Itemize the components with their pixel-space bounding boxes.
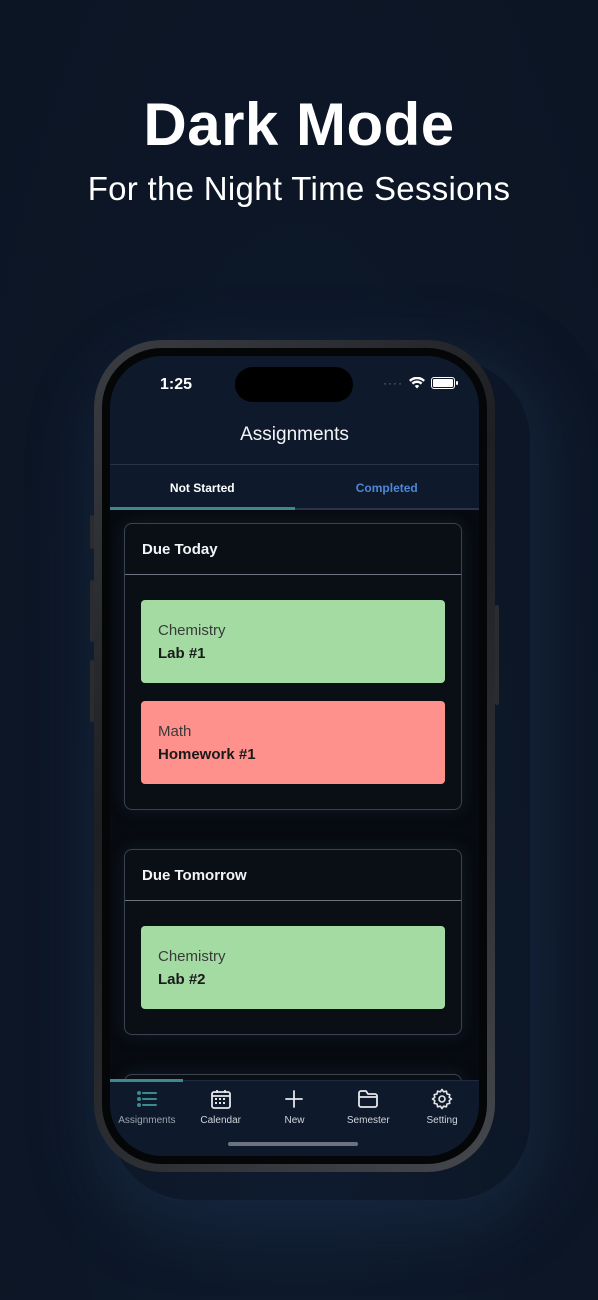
tabbar-label: Calendar: [200, 1115, 241, 1126]
section-due-today: Due Today Chemistry Lab #1 Math Homework…: [124, 523, 462, 810]
promo-subline: For the Night Time Sessions: [87, 170, 511, 207]
section-title: Due Tomorrow: [125, 850, 461, 901]
status-icons: ····: [383, 376, 458, 390]
wifi-icon: [409, 377, 425, 389]
signal-dots-icon: ····: [383, 376, 403, 390]
bottom-tab-bar: Assignments Calendar New Semester Settin…: [110, 1079, 479, 1156]
status-bar: 1:25 ····: [110, 356, 479, 414]
status-time: 1:25: [160, 376, 193, 393]
list-icon: [136, 1091, 157, 1107]
promo-headline: Dark Mode: [143, 91, 455, 158]
folder-icon: [358, 1090, 379, 1108]
gear-icon: [431, 1088, 453, 1110]
home-indicator: [228, 1142, 358, 1146]
card-name: Homework #1: [158, 746, 256, 763]
phone-frame: 1:25 ···· Assignments Not Started Comple…: [94, 340, 495, 1172]
tabbar-label: New: [284, 1115, 305, 1126]
card-subject: Math: [158, 723, 192, 740]
plus-icon: [285, 1090, 304, 1108]
status-tabs: Not Started Completed: [110, 464, 479, 510]
tabbar-item-setting[interactable]: Setting: [405, 1081, 479, 1156]
tabbar-item-assignments[interactable]: Assignments: [110, 1081, 184, 1156]
tab-not-started[interactable]: Not Started: [110, 465, 295, 510]
tabbar-label: Assignments: [118, 1115, 176, 1126]
card-subject: Chemistry: [158, 622, 226, 639]
promo-screen: Dark Mode For the Night Time Sessions 1:…: [0, 0, 598, 1300]
phone-power-button: [495, 605, 499, 705]
tabbar-label: Setting: [426, 1115, 458, 1126]
section-due-tomorrow: Due Tomorrow Chemistry Lab #2: [124, 849, 462, 1035]
card-name: Lab #2: [158, 971, 206, 988]
page-title: Assignments: [240, 424, 349, 445]
dynamic-island: [235, 367, 353, 402]
assignment-card[interactable]: Chemistry Lab #1: [141, 600, 445, 683]
assignments-list[interactable]: Due Today Chemistry Lab #1 Math Homework…: [110, 510, 479, 1080]
calendar-icon: [210, 1090, 231, 1109]
assignment-card[interactable]: Math Homework #1: [141, 701, 445, 784]
section-title: Due Today: [125, 524, 461, 575]
assignment-card[interactable]: Chemistry Lab #2: [141, 926, 445, 1009]
nav-bar: Assignments: [110, 414, 479, 464]
card-subject: Chemistry: [158, 948, 226, 965]
tabbar-label: Semester: [346, 1115, 390, 1126]
app-screen: 1:25 ···· Assignments Not Started Comple…: [110, 356, 479, 1156]
tab-indicator: [110, 1079, 183, 1082]
card-name: Lab #1: [158, 645, 206, 662]
battery-icon: [431, 377, 458, 389]
tab-completed[interactable]: Completed: [294, 465, 480, 510]
